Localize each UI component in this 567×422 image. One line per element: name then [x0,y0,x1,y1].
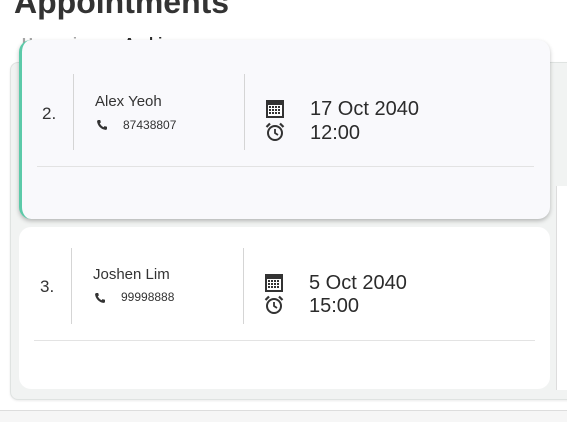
calendar-icon [266,100,284,118]
appointment-time: 12:00 [310,122,361,144]
appointment-index: 3. [40,277,55,296]
page-title: Appointments [14,0,230,20]
alarm-clock-icon [265,122,285,141]
appointment-card[interactable]: 3. Joshen Lim 99998888 5 Oct 2040 15:00 [19,227,550,389]
contact-phone: 99998888 [121,290,175,304]
bottom-panel [0,411,567,422]
column-divider [244,74,245,150]
phone-icon [97,120,107,130]
appointment-index: 2. [42,104,57,123]
phone-icon [95,293,105,303]
column-divider [73,74,74,150]
appointment-card-selected[interactable]: 2. Alex Yeoh 87438807 17 Oct 2040 12:00 [19,40,550,219]
alarm-clock-icon [264,295,284,314]
list-scrollbar[interactable] [556,186,567,390]
appointment-date: 17 Oct 2040 [310,98,419,120]
calendar-icon [265,274,283,292]
contact-phone: 87438807 [123,118,177,132]
contact-name: Joshen Lim [93,266,170,283]
card-separator [37,166,534,167]
column-divider [71,248,72,324]
appointment-date: 5 Oct 2040 [309,272,407,294]
card-separator [34,340,535,341]
column-divider [243,248,244,324]
appointment-time: 15:00 [309,295,360,317]
contact-name: Alex Yeoh [95,93,162,110]
